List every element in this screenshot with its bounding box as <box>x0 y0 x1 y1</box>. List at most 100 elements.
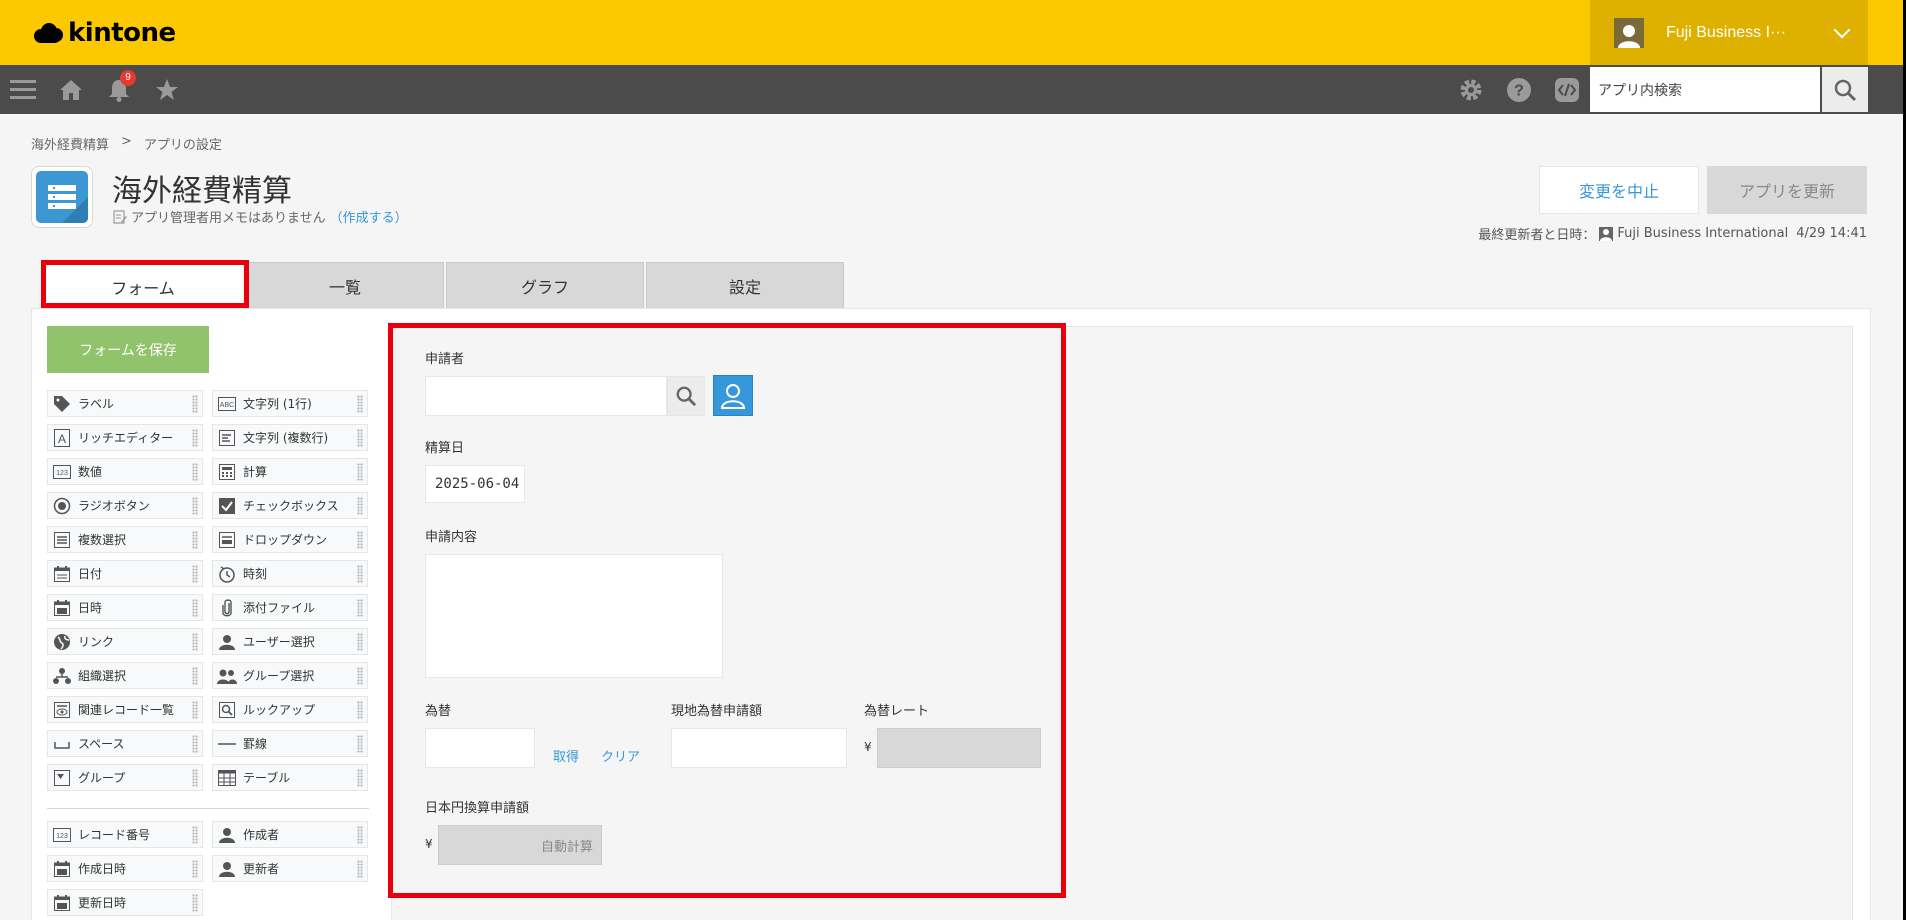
palette-item[interactable]: 添付ファイル <box>212 594 368 621</box>
settlement-date-input[interactable]: 2025-06-04 <box>425 465 525 503</box>
drag-handle-icon <box>192 633 198 651</box>
number-icon: 123 <box>52 462 72 482</box>
drag-handle-icon <box>192 463 198 481</box>
help-icon[interactable]: ? <box>1506 77 1532 103</box>
palette-item-label: 時刻 <box>243 567 268 581</box>
drag-handle-icon <box>357 599 363 617</box>
palette-item[interactable]: 作成日時 <box>47 855 203 882</box>
palette-item[interactable]: 更新者 <box>212 855 368 882</box>
palette-item-label: 数値 <box>78 465 103 479</box>
palette-item[interactable]: グループ <box>47 764 203 791</box>
palette-item[interactable]: 関連レコード一覧 <box>47 696 203 723</box>
palette-item[interactable]: ラベル <box>47 390 203 417</box>
breadcrumb-app-link[interactable]: 海外経費精算 <box>31 134 109 153</box>
text-multi-icon <box>217 428 237 448</box>
palette-item[interactable]: 日時 <box>47 594 203 621</box>
drag-handle-icon <box>357 633 363 651</box>
drag-handle-icon <box>357 667 363 685</box>
list-app-icon <box>48 185 88 223</box>
palette-item[interactable]: A リッチエディター <box>47 424 203 451</box>
palette-item[interactable]: 123 レコード番号 <box>47 821 203 848</box>
datetime-icon <box>52 598 72 618</box>
tab-graph[interactable]: グラフ <box>446 262 644 309</box>
kintone-logo[interactable]: kintone <box>32 18 176 48</box>
palette-item[interactable]: ドロップダウン <box>212 526 368 553</box>
palette-item[interactable]: 複数選択 <box>47 526 203 553</box>
drag-handle-icon <box>192 429 198 447</box>
palette-item-label: リンク <box>78 635 115 649</box>
palette-item[interactable]: ルックアップ <box>212 696 368 723</box>
star-icon[interactable] <box>154 77 180 103</box>
drag-handle-icon <box>192 701 198 719</box>
table-icon <box>217 768 237 788</box>
last-update-time: 4/29 14:41 <box>1796 226 1867 241</box>
local-amount-input[interactable] <box>671 728 847 768</box>
palette-item[interactable]: 組織選択 <box>47 662 203 689</box>
palette-item[interactable]: 時刻 <box>212 560 368 587</box>
jpy-amount-field: 自動計算 <box>438 825 602 865</box>
exchange-rate-field <box>877 728 1041 768</box>
page-title: 海外経費精算 <box>112 174 292 209</box>
tab-form[interactable]: フォーム <box>44 262 242 312</box>
save-form-button[interactable]: フォームを保存 <box>47 326 209 373</box>
memo-icon <box>113 209 127 224</box>
request-content-textarea[interactable] <box>425 554 723 678</box>
update-app-button[interactable]: アプリを更新 <box>1707 166 1867 214</box>
exchange-input[interactable] <box>425 728 535 768</box>
drag-handle-icon <box>357 735 363 753</box>
palette-item[interactable]: ラジオボタン <box>47 492 203 519</box>
exchange-label: 為替 <box>425 704 452 719</box>
get-exchange-link[interactable]: 取得 <box>553 746 579 765</box>
last-update-user[interactable]: Fuji Business International <box>1617 226 1788 241</box>
clear-exchange-link[interactable]: クリア <box>601 746 640 765</box>
palette-item-label: 更新者 <box>243 862 280 876</box>
created-date-icon <box>52 859 72 879</box>
user-menu[interactable]: Fuji Business I··· <box>1590 0 1868 65</box>
tab-settings[interactable]: 設定 <box>646 262 844 309</box>
palette-item[interactable]: 罫線 <box>212 730 368 757</box>
jpy-yen-symbol: ¥ <box>425 837 433 851</box>
creator-icon <box>217 825 237 845</box>
app-icon <box>31 166 93 228</box>
palette-item[interactable]: テーブル <box>212 764 368 791</box>
palette-item-label: 作成者 <box>243 828 280 842</box>
drag-handle-icon <box>192 667 198 685</box>
cancel-changes-button[interactable]: 変更を中止 <box>1539 166 1699 214</box>
palette-item-label: グループ選択 <box>243 669 315 683</box>
palette-item[interactable]: ABC 文字列 (1行) <box>212 390 368 417</box>
user-picker-button[interactable] <box>713 375 753 416</box>
menu-icon[interactable] <box>10 77 36 103</box>
palette-item-label: 計算 <box>243 465 268 479</box>
palette-item[interactable]: 文字列 (複数行) <box>212 424 368 451</box>
applicant-input[interactable] <box>425 376 667 416</box>
palette-item[interactable]: チェックボックス <box>212 492 368 519</box>
drag-handle-icon <box>357 826 363 844</box>
jpy-amount-label: 日本円換算申請額 <box>425 801 530 816</box>
app-search-input[interactable] <box>1590 67 1820 112</box>
home-icon[interactable] <box>58 77 84 103</box>
search-button[interactable] <box>1822 67 1868 112</box>
palette-item[interactable]: リンク <box>47 628 203 655</box>
palette-item-label: 添付ファイル <box>243 601 316 615</box>
applicant-search-button[interactable] <box>667 376 705 416</box>
palette-item[interactable]: 123 数値 <box>47 458 203 485</box>
create-memo-link[interactable]: （作成する） <box>330 207 408 226</box>
palette-item[interactable]: 作成者 <box>212 821 368 848</box>
drag-handle-icon <box>357 531 363 549</box>
palette-item[interactable]: スペース <box>47 730 203 757</box>
palette-item[interactable]: グループ選択 <box>212 662 368 689</box>
cloud-logo-icon <box>32 21 64 45</box>
rate-yen-symbol: ¥ <box>864 740 872 754</box>
palette-item-label: テーブル <box>243 771 291 785</box>
tab-list[interactable]: 一覧 <box>246 262 444 309</box>
search-icon <box>676 386 697 407</box>
palette-item[interactable]: 日付 <box>47 560 203 587</box>
drag-handle-icon <box>357 429 363 447</box>
gear-icon[interactable] <box>1458 77 1484 103</box>
palette-item[interactable]: 計算 <box>212 458 368 485</box>
drag-handle-icon <box>192 599 198 617</box>
palette-item[interactable]: ユーザー選択 <box>212 628 368 655</box>
palette-item-label: グループ <box>78 771 126 785</box>
code-icon[interactable] <box>1554 77 1580 103</box>
palette-item[interactable]: 更新日時 <box>47 889 203 916</box>
